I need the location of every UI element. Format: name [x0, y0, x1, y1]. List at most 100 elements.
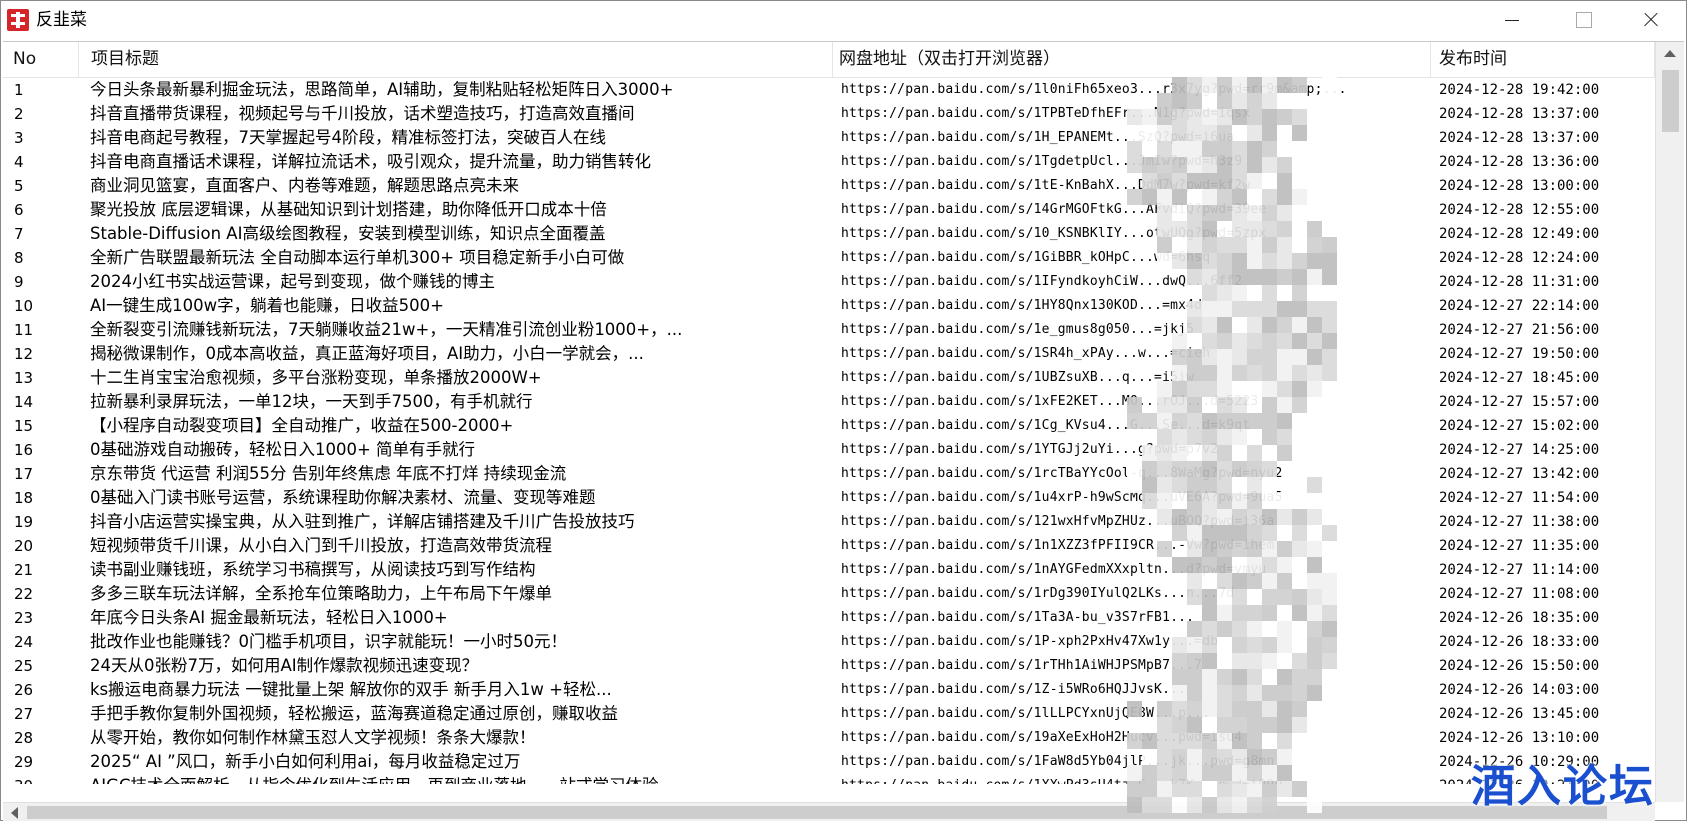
row-url[interactable]: https://pan.baidu.com/s/1rDg390IYulQ2LKs…: [833, 582, 1431, 606]
row-url[interactable]: https://pan.baidu.com/s/1lLLPCYxnUjQE8W.…: [833, 702, 1431, 726]
row-publish-time: 2024-12-26 15:50:00: [1439, 658, 1600, 674]
table-row[interactable]: 16 0基础游戏自动搬砖，轻松日入1000+ 简单有手就行 https://pan.…: [3, 438, 1655, 462]
table-row[interactable]: 14 拉新暴利录屏玩法，一单12块，一天到手7500，有手机就行 https://p…: [3, 390, 1655, 414]
row-url[interactable]: https://pan.baidu.com/s/1xFE2KET...MO...…: [833, 390, 1431, 414]
row-url[interactable]: https://pan.baidu.com/s/1tE-KnBahX...DdM…: [833, 174, 1431, 198]
table-row[interactable]: 27 手把手教你复制外国视频，轻松搬运，蓝海赛道稳定通过原创，赚取收益 https:…: [3, 702, 1655, 726]
row-url[interactable]: https://pan.baidu.com/s/1rcTBaYYcOol-q..…: [833, 462, 1431, 486]
row-url[interactable]: https://pan.baidu.com/s/1P-xph2PxHv47Xw1…: [833, 630, 1431, 654]
row-url[interactable]: https://pan.baidu.com/s/1e_gmus8g050...=…: [833, 318, 1431, 342]
table-row[interactable]: 10 AI一键生成100w字，躺着也能赚，日收益500+ https://pan.b…: [3, 294, 1655, 318]
maximize-icon: [1576, 12, 1592, 28]
row-number: 28: [14, 729, 34, 747]
column-header-no[interactable]: No: [3, 42, 79, 77]
table-row[interactable]: 20 短视频带货千川课，从小白入门到千川投放，打造高效带货流程 https://pa…: [3, 534, 1655, 558]
row-publish-time: 2024-12-27 15:02:00: [1439, 418, 1600, 434]
column-header-url[interactable]: 网盘地址（双击打开浏览器）: [833, 42, 1431, 77]
row-title: 今日头条最新暴利掘金玩法，思路简单，AI辅助，复制粘贴轻松矩阵日入3000+: [90, 80, 674, 99]
row-title: 2025“ AI ”风口，新手小白如何利用ai，每月收益稳定过万: [90, 752, 521, 771]
row-url[interactable]: https://pan.baidu.com/s/19aXeExHoH2Hucv.…: [833, 726, 1431, 750]
row-url[interactable]: https://pan.baidu.com/s/1HY8Qnx130KOD...…: [833, 294, 1431, 318]
horizontal-scrollbar[interactable]: [3, 802, 1655, 821]
table-row[interactable]: 2 抖音直播带货课程，视频起号与千川投放，话术塑造技巧，打造高效直播间 https:…: [3, 102, 1655, 126]
row-number: 6: [14, 201, 24, 219]
row-url[interactable]: https://pan.baidu.com/s/1GiBBR_kOHpC...w…: [833, 246, 1431, 270]
table-row[interactable]: 30AIGC技术全面解析，从指令优化到生活应用，再到商业落地，一站式学习体验ht…: [3, 774, 1655, 784]
column-header-time[interactable]: 发布时间: [1431, 42, 1655, 77]
title-bar[interactable]: 反韭菜: [1, 1, 1686, 39]
row-url[interactable]: https://pan.baidu.com/s/1UBZsuXB...q...=…: [833, 366, 1431, 390]
row-title: 拉新暴利录屏玩法，一单12块，一天到手7500，有手机就行: [90, 392, 533, 411]
row-publish-time: 2024-12-28 11:31:00: [1439, 274, 1600, 290]
row-url[interactable]: https://pan.baidu.com/s/1XXwPd3sU4tz_G..…: [833, 774, 1431, 784]
table-row[interactable]: 19 抖音小店运营实操宝典，从入驻到推广，详解店铺搭建及千川广告投放技巧 https…: [3, 510, 1655, 534]
row-title: 2024小红书实战运营课，起号到变现，做个赚钱的博主: [90, 272, 495, 291]
table-row[interactable]: 7 Stable-Diffusion AI高级绘图教程，安装到模型训练，知识点全面…: [3, 222, 1655, 246]
row-title: ks搬运电商暴力玩法 一键批量上架 解放你的双手 新手月入1w +轻松...: [90, 680, 612, 699]
resource-list-view[interactable]: No 项目标题 网盘地址（双击打开浏览器） 发布时间 1 今日头条最新暴利掘金玩法…: [3, 41, 1684, 821]
row-publish-time: 2024-12-27 11:08:00: [1439, 586, 1600, 602]
row-url[interactable]: https://pan.baidu.com/s/1Ta3A-bu_v3S7rFB…: [833, 606, 1431, 630]
table-row[interactable]: 17 京东带货 代运营 利润55分 告别年终焦虑 年底不打烊 持续现金流 https…: [3, 462, 1655, 486]
table-row[interactable]: 25 24天从0张粉7万，如何用AI制作爆款视频迅速变现？ https://pan.…: [3, 654, 1655, 678]
row-url[interactable]: https://pan.baidu.com/s/14GrMGOFtkG...AF…: [833, 198, 1431, 222]
row-url[interactable]: https://pan.baidu.com/s/1n1XZZ3fPFII9CR.…: [833, 534, 1431, 558]
scroll-left-arrow-icon[interactable]: [11, 807, 18, 819]
horizontal-scroll-thumb[interactable]: [27, 806, 1607, 819]
row-url[interactable]: https://pan.baidu.com/s/121wxHfvMpZHUz..…: [833, 510, 1431, 534]
row-url[interactable]: https://pan.baidu.com/s/10_KSNBKlIY...ot…: [833, 222, 1431, 246]
row-number: 10: [14, 297, 34, 315]
row-url[interactable]: https://pan.baidu.com/s/1TPBTeDfhEFr...N…: [833, 102, 1431, 126]
minimize-button[interactable]: [1481, 1, 1543, 39]
row-url[interactable]: https://pan.baidu.com/s/1rTHh1AiWHJPSMpB…: [833, 654, 1431, 678]
row-url[interactable]: https://pan.baidu.com/s/1nAYGFedmXXxpltn…: [833, 558, 1431, 582]
row-title: 全新广告联盟最新玩法 全自动脚本运行单机300+ 项目稳定新手小白可做: [90, 248, 625, 267]
table-row[interactable]: 24 批改作业也能赚钱？0门槛手机项目，识字就能玩！一小时50元！ https://…: [3, 630, 1655, 654]
table-row[interactable]: 5 商业洞见篮宴，直面客户、内卷等难题，解题思路点亮未来 https://pan.b…: [3, 174, 1655, 198]
row-publish-time: 2024-12-27 11:14:00: [1439, 562, 1600, 578]
row-publish-time: 2024-12-26 14:03:00: [1439, 682, 1600, 698]
table-row[interactable]: 15 【小程序自动裂变项目】全自动推广，收益在500-2000+ https://p…: [3, 414, 1655, 438]
row-url[interactable]: https://pan.baidu.com/s/1YTGJj2uYi...g?p…: [833, 438, 1431, 462]
row-number: 25: [14, 657, 34, 675]
table-row[interactable]: 8 全新广告联盟最新玩法 全自动脚本运行单机300+ 项目稳定新手小白可做 http…: [3, 246, 1655, 270]
table-row[interactable]: 26 ks搬运电商暴力玩法 一键批量上架 解放你的双手 新手月入1w +轻松...…: [3, 678, 1655, 702]
column-header-title[interactable]: 项目标题: [79, 42, 833, 77]
table-row[interactable]: 1 今日头条最新暴利掘金玩法，思路简单，AI辅助，复制粘贴轻松矩阵日入3000+ h…: [3, 78, 1655, 102]
table-row[interactable]: 12 揭秘微课制作，0成本高收益，真正蓝海好项目，AI助力，小白一学就会，... h…: [3, 342, 1655, 366]
table-row[interactable]: 3 抖音电商起号教程，7天掌握起号4阶段，精准标签打法，突破百人在线 https:/…: [3, 126, 1655, 150]
row-publish-time: 2024-12-27 11:35:00: [1439, 538, 1600, 554]
list-header: No 项目标题 网盘地址（双击打开浏览器） 发布时间: [3, 42, 1655, 78]
row-publish-time: 2024-12-27 19:50:00: [1439, 346, 1600, 362]
row-publish-time: 2024-12-28 12:55:00: [1439, 202, 1600, 218]
vertical-scroll-thumb[interactable]: [1662, 70, 1679, 132]
row-url[interactable]: https://pan.baidu.com/s/1Cg_KVsu4...G...…: [833, 414, 1431, 438]
row-url[interactable]: https://pan.baidu.com/s/1H_EPANEMt...SzQ…: [833, 126, 1431, 150]
row-number: 29: [14, 753, 34, 771]
row-url[interactable]: https://pan.baidu.com/s/1TgdetpUcl...JmI…: [833, 150, 1431, 174]
table-row[interactable]: 13 十二生肖宝宝治愈视频，多平台涨粉变现，单条播放2000W+ https://p…: [3, 366, 1655, 390]
row-url[interactable]: https://pan.baidu.com/s/1FaW8d5Yb04jlP..…: [833, 750, 1431, 774]
row-url[interactable]: https://pan.baidu.com/s/1SR4h_xPAy...w..…: [833, 342, 1431, 366]
row-url[interactable]: https://pan.baidu.com/s/1u4xrP-h9wScMq..…: [833, 486, 1431, 510]
close-button[interactable]: [1620, 1, 1682, 39]
row-url[interactable]: https://pan.baidu.com/s/1l0niFh65xeo3...…: [833, 78, 1431, 102]
table-row[interactable]: 11 全新裂变引流赚钱新玩法，7天躺赚收益21w+，一天精准引流创业粉1000+，…: [3, 318, 1655, 342]
table-row[interactable]: 22 多多三联车玩法详解，全系抢车位策略助力，上午布局下午爆单 https://pa…: [3, 582, 1655, 606]
vertical-scrollbar[interactable]: [1655, 42, 1684, 802]
maximize-button[interactable]: [1553, 1, 1615, 39]
scroll-up-arrow-icon[interactable]: [1664, 50, 1676, 57]
table-row[interactable]: 4 抖音电商直播话术课程，详解拉流话术，吸引观众，提升流量，助力销售转化 https…: [3, 150, 1655, 174]
table-row[interactable]: 23 年底今日头条AI 掘金最新玩法，轻松日入1000+ https://pan.b…: [3, 606, 1655, 630]
table-row[interactable]: 9 2024小红书实战运营课，起号到变现，做个赚钱的博主 https://pan.b…: [3, 270, 1655, 294]
row-title: 0基础入门读书账号运营，系统课程助你解决素材、流量、变现等难题: [90, 488, 596, 507]
table-row[interactable]: 29 2025“ AI ”风口，新手小白如何利用ai，每月收益稳定过万 https:…: [3, 750, 1655, 774]
table-row[interactable]: 21 读书副业赚钱班，系统学习书稿撰写，从阅读技巧到写作结构 https://pan…: [3, 558, 1655, 582]
row-number: 8: [14, 249, 24, 267]
table-row[interactable]: 6 聚光投放 底层逻辑课，从基础知识到计划搭建，助你降低开口成本十倍 https:/…: [3, 198, 1655, 222]
row-url[interactable]: https://pan.baidu.com/s/1IFyndkoyhCiW...…: [833, 270, 1431, 294]
row-title: 24天从0张粉7万，如何用AI制作爆款视频迅速变现？: [90, 656, 479, 675]
table-row[interactable]: 28 从零开始，教你如何制作林黛玉怼人文学视频！条条大爆款！ https://pan…: [3, 726, 1655, 750]
table-row[interactable]: 18 0基础入门读书账号运营，系统课程助你解决素材、流量、变现等难题 https:/…: [3, 486, 1655, 510]
row-url[interactable]: https://pan.baidu.com/s/1Z-i5WRo6HQJJvsK…: [833, 678, 1431, 702]
